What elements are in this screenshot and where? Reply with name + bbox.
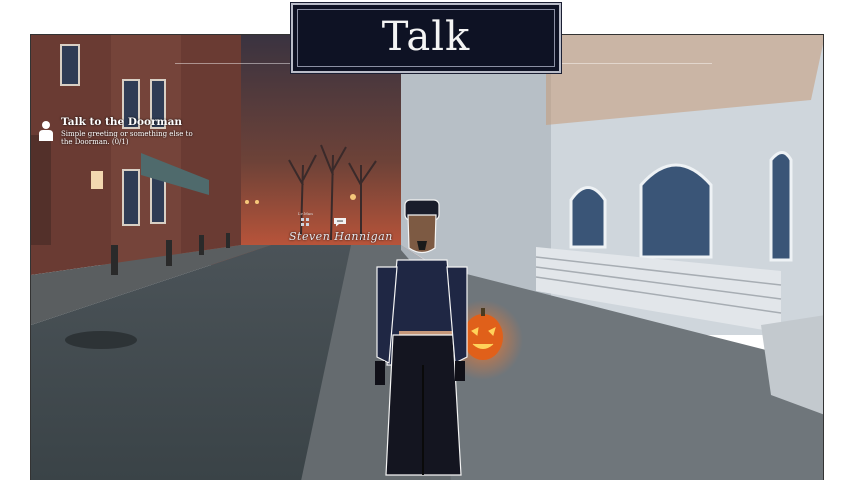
manhole-cover bbox=[65, 331, 137, 349]
npc-small-label: Lv.Man bbox=[298, 211, 313, 216]
quest-description: Simple greeting or something else to the… bbox=[61, 130, 193, 146]
street-scene bbox=[31, 35, 823, 480]
game-viewport[interactable] bbox=[30, 34, 824, 480]
mode-title-plaque: Talk bbox=[290, 2, 562, 74]
header-divider-left bbox=[175, 63, 290, 64]
mode-title: Talk bbox=[381, 14, 471, 60]
quest-title: Talk to the Doorman bbox=[61, 116, 183, 128]
npc-nameplate: Steven Hannigan bbox=[289, 230, 393, 243]
npc-marker-icon bbox=[301, 218, 309, 226]
wall-lamp bbox=[91, 171, 103, 189]
person-icon bbox=[39, 121, 53, 141]
speech-bubble-icon[interactable] bbox=[333, 217, 347, 227]
header-divider-right bbox=[562, 63, 712, 64]
pumpkin[interactable] bbox=[463, 314, 503, 360]
